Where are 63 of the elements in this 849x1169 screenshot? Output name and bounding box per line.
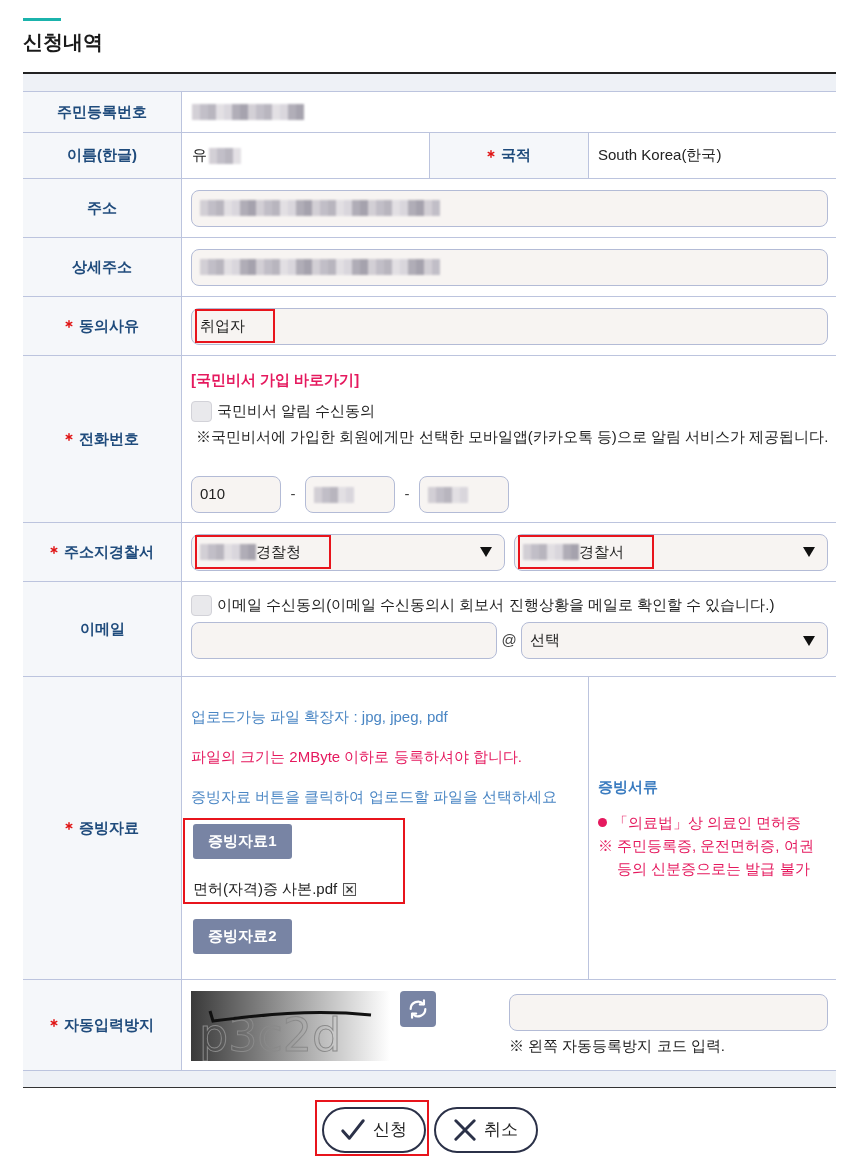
asterisk-icon [65, 320, 73, 328]
field-label: 주소지경찰서 [64, 541, 154, 562]
dropdown[interactable]: 경찰청 [191, 533, 505, 571]
cell-text: 유 [192, 145, 207, 166]
notice-text: 「의료법」상 의료인 면허증 [613, 813, 802, 833]
asterisk-icon [487, 149, 495, 158]
field-label: 동의사유 [79, 315, 139, 336]
section-title: 신청내역 [23, 30, 103, 54]
close-icon [453, 1119, 476, 1141]
caret-icon [480, 547, 492, 557]
field-label: 이메일 [79, 618, 125, 639]
notice-text: 파일의 크기는 2MByte 이하로 등록하셔야 합니다. [191, 747, 522, 767]
asterisk-icon [50, 546, 58, 554]
checkbox-label: 국민비서 알림 수신동의 [217, 401, 376, 421]
field-label: 자동입력방지 [64, 1014, 154, 1035]
separator-text: - [403, 484, 411, 505]
dropdown[interactable]: 경찰서 [514, 533, 828, 571]
checkbox-label: 이메일 수신동의(이메일 수신동의시 회보서 진행상황을 메일로 확인할 수 있습니다.) [217, 595, 775, 615]
bullet-icon [598, 818, 607, 827]
notice-text: 증빙자료 버튼을 클릭하여 업로드할 파일을 선택하세요 [191, 787, 557, 807]
notice-text: 주민등록증, 운전면허증, 여권 등의 신분증으로는 발급 불가 [617, 836, 815, 879]
title-accent-bar [23, 18, 61, 21]
check-icon [340, 1118, 365, 1142]
field-label: 증빙자료 [79, 817, 139, 838]
checkbox[interactable] [191, 594, 212, 616]
field-label: 상세주소 [72, 256, 132, 277]
at-sign-text: @ [500, 630, 518, 651]
submit-button[interactable]: 신청 [321, 1107, 426, 1153]
input-field[interactable] [191, 189, 828, 227]
cell-text: South Korea(한국) [598, 145, 722, 166]
input-field[interactable] [305, 476, 395, 513]
asterisk-icon [65, 822, 73, 830]
reference-mark: ※ [598, 836, 613, 856]
close-icon[interactable] [343, 882, 357, 896]
field-label: 국적 [501, 145, 531, 166]
caret-icon [803, 635, 815, 646]
cancel-button[interactable]: 취소 [433, 1107, 538, 1153]
notice-text: 업로드가능 파일 확장자 : jpg, jpeg, pdf [191, 707, 448, 727]
field-label: 이름(한글) [67, 145, 137, 166]
upload-button[interactable]: 증빙자료2 [193, 919, 292, 954]
side-title: 증빙서류 [598, 777, 658, 797]
input-field[interactable] [191, 622, 497, 659]
input-field[interactable] [191, 248, 828, 286]
separator-text: - [289, 484, 297, 505]
asterisk-icon [50, 1019, 58, 1027]
field-label: 주민등록번호 [57, 101, 147, 122]
field-label: 주소 [87, 197, 117, 218]
checkbox[interactable] [191, 400, 212, 422]
notice-text: ※ 왼쪽 자동등록방지 코드 입력. [509, 1036, 725, 1056]
upload-button[interactable]: 증빙자료1 [193, 824, 292, 859]
input-field[interactable]: 010 [191, 476, 281, 513]
caret-icon [803, 547, 815, 557]
refresh-button[interactable] [400, 991, 436, 1027]
input-field[interactable]: 취업자 [191, 307, 828, 345]
input-field[interactable] [419, 476, 509, 513]
field-label: 전화번호 [79, 428, 139, 449]
dropdown[interactable]: 선택 [521, 622, 828, 659]
file-name: 면허(자격)증 사본.pdf [193, 879, 338, 899]
refresh-icon [407, 998, 429, 1020]
asterisk-icon [65, 433, 73, 441]
notice-text: ※국민비서에 가입한 회원에게만 선택한 모바일앱(카카오톡 등)으로 알림 서비스가 제공됩니다. [195, 427, 829, 447]
input-field[interactable] [509, 994, 828, 1031]
signup-link[interactable]: [국민비서 가입 바로가기] [191, 369, 360, 391]
